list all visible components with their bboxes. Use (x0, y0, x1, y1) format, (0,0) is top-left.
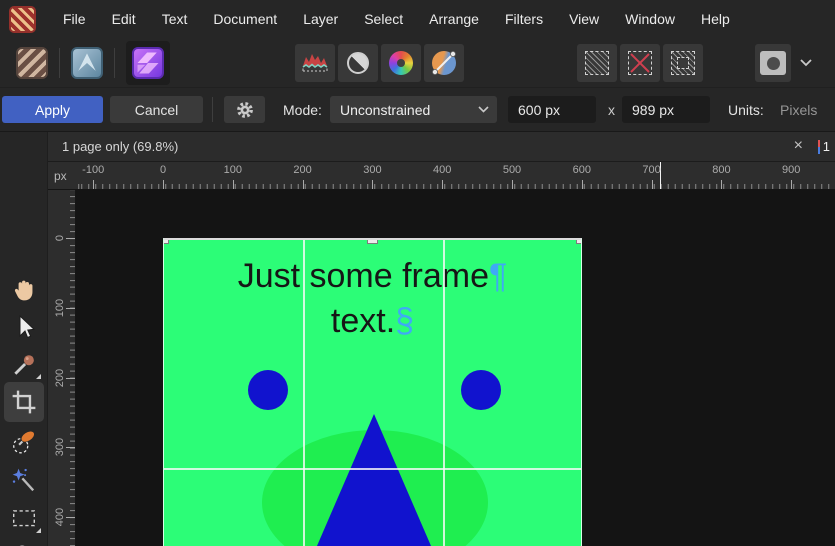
designer-persona-icon[interactable] (71, 47, 103, 79)
select-all-icon[interactable] (577, 44, 617, 82)
document-tab-bar: 1 page only (69.8%) × 1 (48, 132, 835, 162)
horizontal-ruler[interactable]: px -100 0 100 200 300 400 500 600 700 800 900 (48, 162, 835, 190)
crop-tool[interactable] (0, 384, 48, 420)
crop-context-toolbar: Apply Cancel Mode: Unconstrained x Units… (0, 88, 835, 132)
menu-layer[interactable]: Layer (290, 0, 351, 38)
crop-width-field[interactable] (508, 96, 596, 123)
main-toolbar (0, 38, 835, 88)
gear-icon[interactable] (224, 96, 265, 123)
ruler-minor-ticks (70, 190, 75, 546)
cancel-button[interactable]: Cancel (110, 96, 203, 123)
quick-mask-icon[interactable] (755, 44, 791, 82)
chevron-down-icon (478, 106, 489, 113)
crop-grid-line (164, 468, 581, 470)
marquee-select-tool[interactable] (0, 500, 48, 536)
tone-mapping-icon[interactable] (338, 44, 378, 82)
toolbar-separator (59, 48, 60, 78)
units-value[interactable]: Pixels (780, 88, 817, 132)
menu-items: File Edit Text Document Layer Select Arr… (50, 0, 743, 38)
menu-view[interactable]: View (556, 0, 612, 38)
crop-height-field[interactable] (622, 96, 710, 123)
view-hand-tool[interactable] (0, 272, 48, 308)
menu-filters[interactable]: Filters (492, 0, 556, 38)
color-picker-tool[interactable] (0, 346, 48, 382)
tools-panel (0, 132, 48, 546)
persona-switcher (16, 38, 170, 88)
menu-text[interactable]: Text (149, 0, 201, 38)
tab-overflow-stripe (818, 140, 820, 154)
mode-value: Unconstrained (340, 101, 431, 118)
frame-text: Just some frame¶ text.§ (164, 254, 581, 344)
app-logo-icon[interactable] (9, 5, 36, 33)
dimension-separator: x (608, 102, 615, 118)
photo-persona-selected (126, 41, 170, 85)
photo-app-icon[interactable] (16, 47, 48, 79)
right-circle-shape (461, 370, 501, 410)
units-label: Units: (728, 102, 764, 118)
crop-handle-top-right[interactable] (576, 240, 581, 244)
document-tab[interactable]: 1 page only (69.8%) (62, 132, 178, 162)
toolbar-separator (114, 48, 115, 78)
crop-grid-line (303, 240, 305, 546)
flood-fill-tool[interactable] (0, 538, 48, 546)
crop-region[interactable]: Just some frame¶ text.§ (163, 238, 582, 546)
chevron-down-icon[interactable] (795, 44, 817, 82)
crop-handle-top-center[interactable] (367, 240, 378, 244)
apply-button[interactable]: Apply (2, 96, 103, 123)
selection-brush-tool[interactable] (0, 424, 48, 460)
menu-select[interactable]: Select (351, 0, 416, 38)
histogram-icon[interactable] (295, 44, 335, 82)
toolbar-separator (212, 97, 213, 122)
menu-window[interactable]: Window (612, 0, 688, 38)
flood-select-tool[interactable] (0, 462, 48, 498)
menu-arrange[interactable]: Arrange (416, 0, 492, 38)
section-mark: § (395, 302, 415, 340)
menu-edit[interactable]: Edit (99, 0, 149, 38)
mode-label: Mode: (283, 102, 322, 118)
invert-selection-icon[interactable] (663, 44, 703, 82)
vertical-ruler[interactable]: 0 100 200 300 400 (48, 190, 76, 546)
deselect-icon[interactable] (620, 44, 660, 82)
canvas-viewport[interactable]: Just some frame¶ text.§ (76, 190, 835, 546)
menu-help[interactable]: Help (688, 0, 743, 38)
tab-overflow-count[interactable]: 1 (823, 132, 830, 162)
close-icon[interactable]: × (794, 132, 803, 160)
ruler-unit-label: px (54, 169, 67, 183)
photo-persona-icon[interactable] (132, 47, 164, 79)
frame-text-line1: Just some frame¶ (237, 257, 508, 295)
menu-document[interactable]: Document (200, 0, 290, 38)
menu-file[interactable]: File (50, 0, 99, 38)
crop-grid-line (443, 240, 445, 546)
liquify-icon[interactable] (424, 44, 464, 82)
frame-text-line2: text.§ (330, 302, 415, 340)
mode-select[interactable]: Unconstrained (330, 96, 497, 123)
left-circle-shape (248, 370, 288, 410)
menu-bar: File Edit Text Document Layer Select Arr… (0, 0, 835, 38)
move-tool[interactable] (0, 309, 48, 345)
pilcrow-mark: ¶ (489, 257, 508, 295)
color-wheel-icon[interactable] (381, 44, 421, 82)
affinity-photo-window: File Edit Text Document Layer Select Arr… (0, 0, 835, 546)
crop-handle-top-left[interactable] (164, 240, 169, 244)
